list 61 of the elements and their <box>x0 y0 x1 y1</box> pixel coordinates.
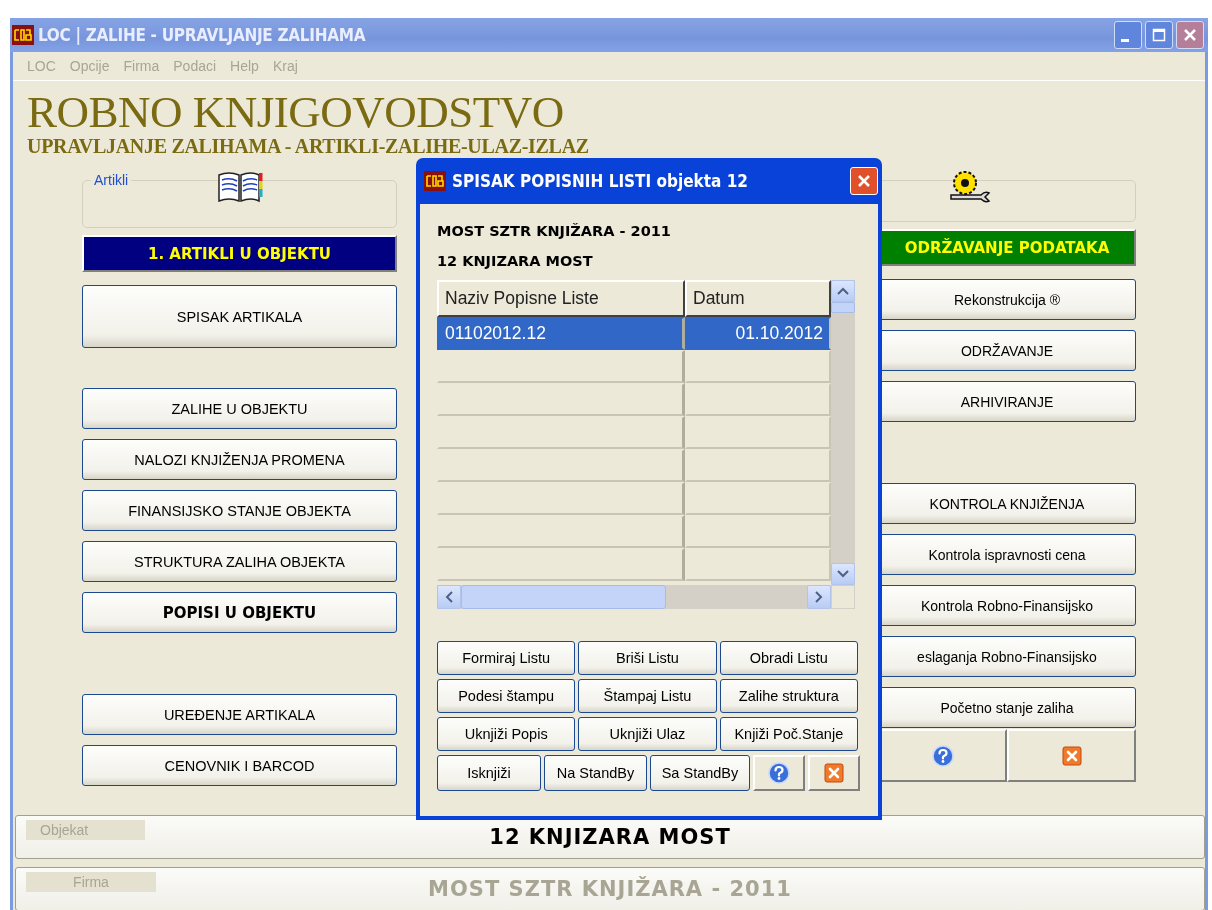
window-title: LOC | ZALIHE - UPRAVLJANJE ZALIHAMA <box>38 25 366 45</box>
section-heading: 1. ARTIKLI U OBJEKTU <box>82 235 397 272</box>
action-button[interactable]: Na StandBy <box>544 755 647 791</box>
company-name: MOST SZTR KNJIŽARA - 2011 <box>437 222 672 241</box>
menu-button[interactable]: CENOVNIK I BARCOD <box>82 745 397 786</box>
dialog-title: SPISAK POPISNIH LISTI objekta 12 <box>452 171 748 191</box>
close-icon <box>824 763 844 783</box>
book-icon <box>216 169 263 203</box>
vertical-scrollbar[interactable] <box>831 280 855 585</box>
maximize-icon <box>1152 28 1166 42</box>
group-label: Artikli <box>91 172 132 188</box>
close-icon <box>1061 745 1082 766</box>
menu-button[interactable]: ZALIHE U OBJEKTU <box>82 388 397 429</box>
column-header[interactable]: Naziv Popisne Liste <box>437 280 685 317</box>
action-button[interactable]: Sa StandBy <box>650 755 750 791</box>
help-icon <box>768 762 790 784</box>
menu-button[interactable]: STRUKTURA ZALIHA OBJEKTA <box>82 541 397 582</box>
minimize-button[interactable] <box>1114 21 1142 49</box>
status-value: 12 KNJIZARA MOST <box>489 825 731 849</box>
menu-button[interactable]: POPISI U OBJEKTU <box>82 592 397 633</box>
maximize-button[interactable] <box>1145 21 1173 49</box>
minimize-icon <box>1121 38 1129 42</box>
table-row[interactable]: 01102012.12 01.10.2012 <box>437 317 831 350</box>
table-cell: 01.10.2012 <box>685 317 831 350</box>
scroll-left-icon[interactable] <box>445 591 453 603</box>
status-value: MOST SZTR KNJIŽARA - 2011 <box>428 877 792 901</box>
action-button[interactable]: Briši Listu <box>578 641 717 675</box>
action-button[interactable]: Podesi štampu <box>437 679 576 713</box>
status-label: Objekat <box>26 820 145 840</box>
menu-button[interactable]: SPISAK ARTIKALA <box>82 285 397 348</box>
status-label: Firma <box>26 872 156 892</box>
app-heading: ROBNO KNJIGOVODSTVO <box>27 89 565 135</box>
scroll-down-icon[interactable] <box>837 570 849 578</box>
help-button[interactable] <box>753 755 805 791</box>
help-icon <box>931 744 954 767</box>
column-header[interactable]: Datum <box>685 280 831 317</box>
scroll-thumb[interactable] <box>831 302 855 313</box>
app-logo-icon <box>424 171 446 191</box>
scrollbar-corner <box>831 585 855 609</box>
action-button[interactable]: Isknjiži <box>437 755 541 791</box>
action-button[interactable]: Knjiži Poč.Stanje <box>719 717 858 751</box>
action-button[interactable]: Uknjiži Popis <box>437 717 576 751</box>
action-button[interactable]: Štampaj Listu <box>578 679 717 713</box>
action-button[interactable]: Obradi Listu <box>719 641 858 675</box>
menu-button[interactable]: FINANSIJSKO STANJE OBJEKTA <box>82 490 397 531</box>
menu-button[interactable]: UREĐENJE ARTIKALA <box>82 694 397 735</box>
app-subheading: UPRAVLJANJE ZALIHAMA - ARTIKLI-ZALIHE-ULAZ-IZLAZ <box>27 135 590 157</box>
app-logo-icon <box>12 25 34 45</box>
object-name: 12 KNJIZARA MOST <box>437 252 594 271</box>
horizontal-scrollbar[interactable] <box>437 585 831 609</box>
action-button[interactable]: Uknjiži Ulaz <box>578 717 717 751</box>
scroll-thumb[interactable] <box>461 585 666 609</box>
close-icon <box>856 173 872 189</box>
table-cell: 01102012.12 <box>437 317 685 350</box>
action-button[interactable]: Zalihe struktura <box>719 679 858 713</box>
scroll-right-icon[interactable] <box>815 591 823 603</box>
close-button[interactable] <box>1176 21 1204 49</box>
scroll-up-icon[interactable] <box>837 287 849 295</box>
menu-button[interactable]: NALOZI KNJIŽENJA PROMENA <box>82 439 397 480</box>
action-button[interactable]: Formiraj Listu <box>437 641 576 675</box>
close-icon <box>1183 28 1197 42</box>
